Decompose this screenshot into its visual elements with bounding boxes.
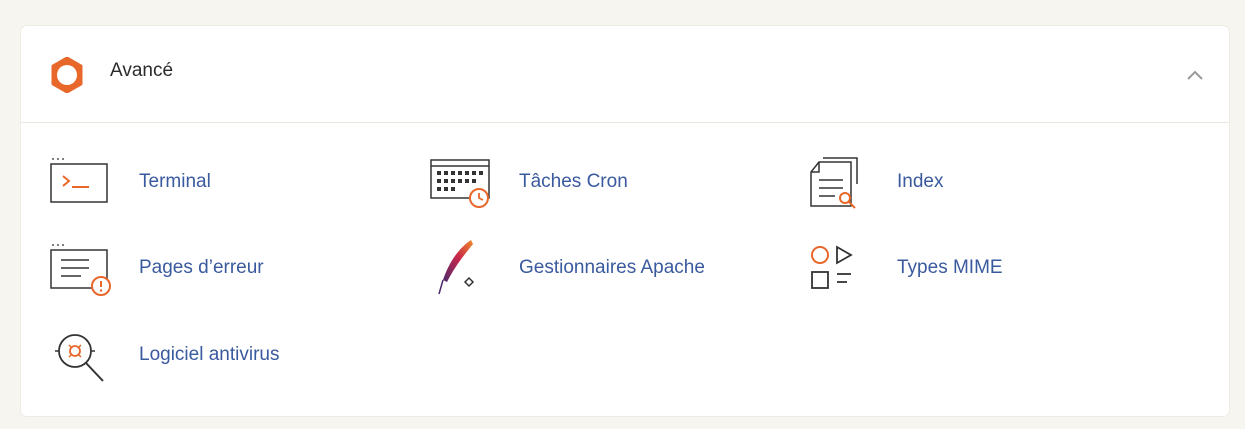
cron-calendar-icon [430, 159, 490, 208]
error-pages-link[interactable]: Pages d’erreur [49, 240, 409, 296]
index-label: Index [897, 171, 944, 192]
terminal-link[interactable]: Terminal [49, 154, 409, 210]
apache-handlers-link[interactable]: Gestionnaires Apache [429, 240, 789, 296]
apache-handlers-label: Gestionnaires Apache [519, 257, 705, 278]
antivirus-label: Logiciel antivirus [139, 344, 280, 365]
chevron-up-icon[interactable] [1183, 64, 1207, 88]
cron-jobs-link[interactable]: Tâches Cron [429, 154, 789, 210]
apache-feather-icon [438, 240, 475, 295]
advanced-section-panel: Avancé Terminal Tâches Cron Index Pages … [21, 26, 1229, 416]
antivirus-link[interactable]: Logiciel antivirus [49, 327, 409, 383]
mime-types-icon [811, 245, 853, 289]
mime-types-link[interactable]: Types MIME [807, 240, 1167, 296]
antivirus-icon [55, 334, 104, 382]
error-page-icon [50, 244, 111, 296]
index-document-icon [810, 157, 858, 209]
terminal-icon [50, 158, 108, 203]
gear-icon [51, 57, 83, 93]
mime-types-label: Types MIME [897, 257, 1003, 278]
section-header[interactable]: Avancé [21, 26, 1229, 123]
section-title: Avancé [110, 60, 174, 81]
index-link[interactable]: Index [807, 154, 1167, 210]
terminal-label: Terminal [139, 171, 211, 192]
error-pages-label: Pages d’erreur [139, 257, 264, 278]
cron-jobs-label: Tâches Cron [519, 171, 628, 192]
